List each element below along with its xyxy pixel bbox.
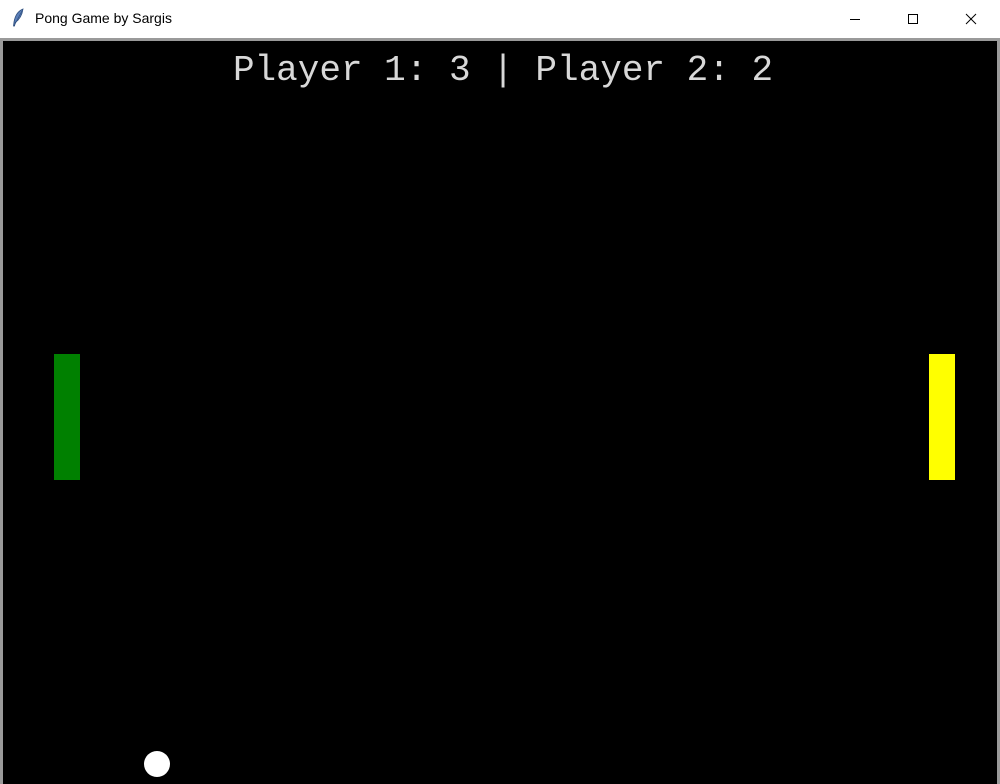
close-icon bbox=[965, 13, 977, 25]
close-button[interactable] bbox=[942, 0, 1000, 38]
ball bbox=[144, 751, 170, 777]
minimize-icon bbox=[850, 19, 860, 20]
game-canvas-frame: Player 1: 3 | Player 2: 2 bbox=[0, 38, 1000, 784]
right-paddle bbox=[929, 354, 955, 480]
feather-icon bbox=[13, 8, 24, 27]
app-window: Pong Game by Sargis Player 1: 3 | Player… bbox=[0, 0, 1000, 784]
title-bar[interactable]: Pong Game by Sargis bbox=[0, 0, 1000, 38]
maximize-icon bbox=[908, 14, 918, 24]
minimize-button[interactable] bbox=[826, 0, 884, 38]
maximize-button[interactable] bbox=[884, 0, 942, 38]
window-title: Pong Game by Sargis bbox=[35, 10, 172, 26]
left-paddle bbox=[54, 354, 80, 480]
game-canvas[interactable]: Player 1: 3 | Player 2: 2 bbox=[3, 41, 997, 784]
scoreboard: Player 1: 3 | Player 2: 2 bbox=[232, 50, 774, 91]
